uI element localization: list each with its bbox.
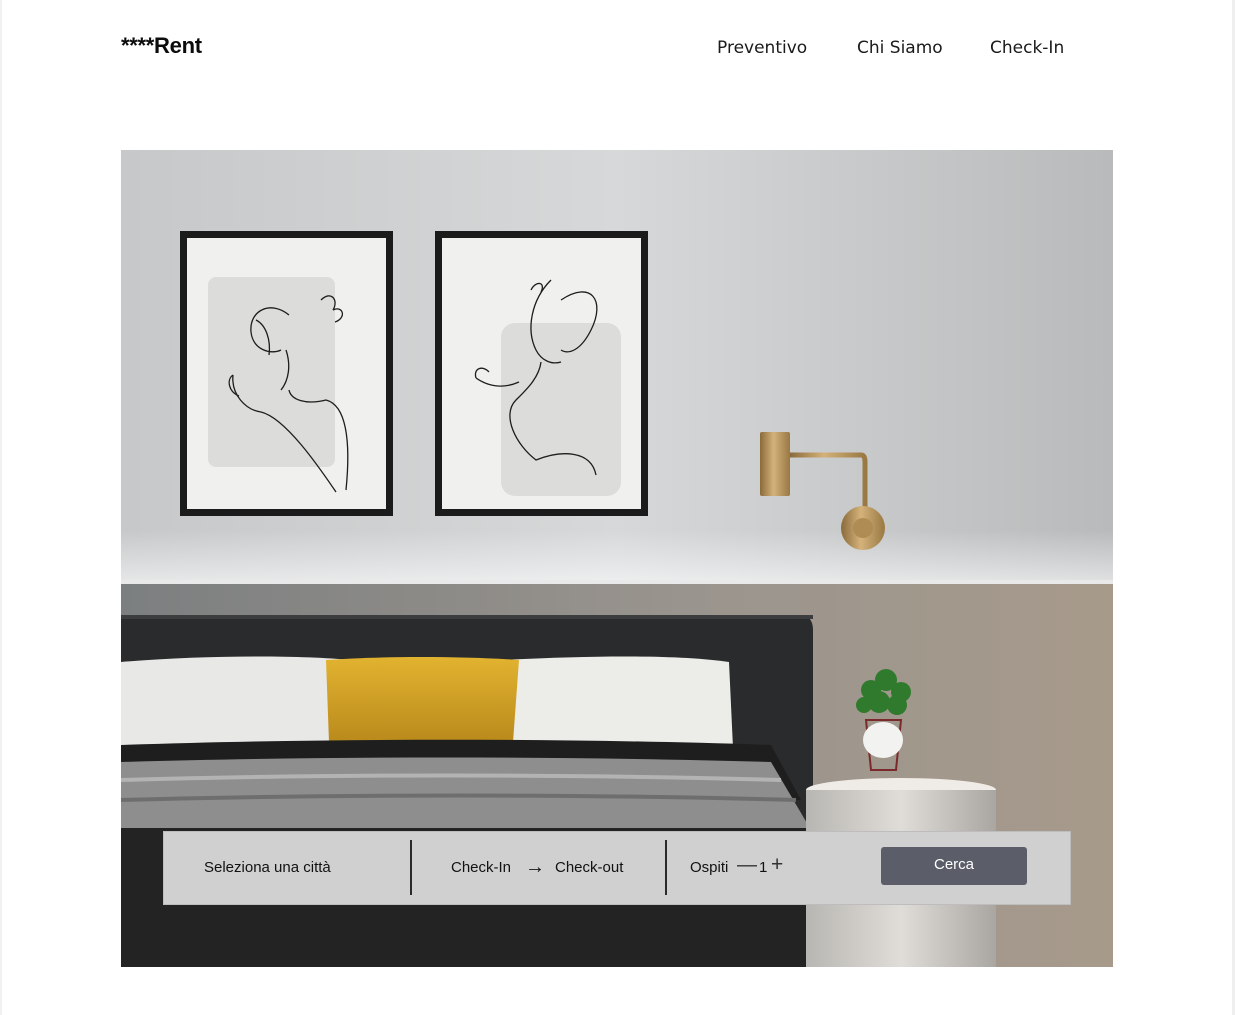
brand-logo[interactable]: ****Rent — [121, 33, 202, 59]
search-bar: Seleziona una città Check-In → Check-out… — [163, 831, 1071, 905]
nav-preventivo[interactable]: Preventivo — [717, 38, 807, 58]
guests-label: Ospiti — [690, 859, 729, 876]
guests-count: 1 — [759, 859, 768, 876]
divider — [665, 840, 667, 895]
city-select[interactable]: Seleziona una città — [204, 859, 331, 876]
nav-check-in[interactable]: Check-In — [990, 38, 1064, 58]
checkin-date[interactable]: Check-In — [451, 859, 511, 876]
minus-icon[interactable]: — — [737, 854, 757, 877]
search-button[interactable]: Cerca — [881, 847, 1027, 885]
nav-chi-siamo[interactable]: Chi Siamo — [857, 38, 943, 58]
checkout-date[interactable]: Check-out — [555, 859, 623, 876]
arrow-right-icon: → — [525, 856, 545, 878]
page-border-left — [0, 0, 2, 1015]
plus-icon[interactable]: + — [771, 853, 783, 877]
divider — [410, 840, 412, 895]
